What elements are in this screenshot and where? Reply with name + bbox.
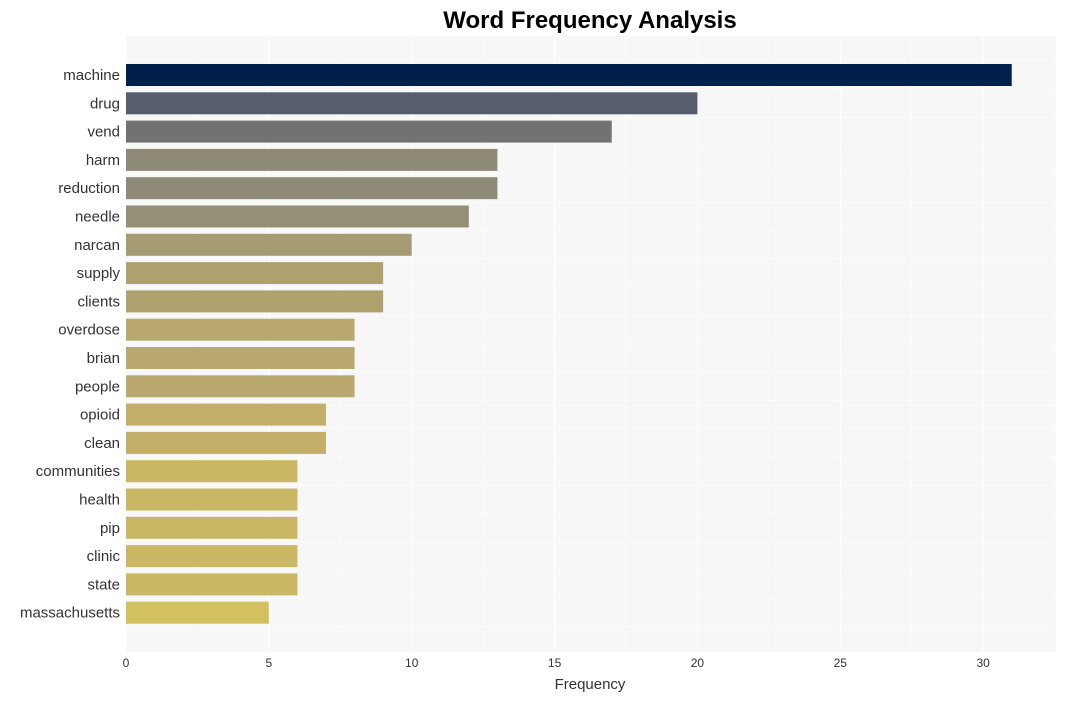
bar-vend <box>126 120 612 143</box>
bar-opioid <box>126 403 326 426</box>
y-tick-label: opioid <box>80 407 120 424</box>
y-tick-label: state <box>87 576 120 593</box>
bar-drug <box>126 92 698 115</box>
bar-massachusetts <box>126 601 269 624</box>
y-tick-labels: machine drug vend harm reduction needle narcan… <box>20 67 121 622</box>
y-tick-label: pip <box>100 520 120 537</box>
bar-pip <box>126 516 298 539</box>
bar-clients <box>126 290 384 313</box>
bar-overdose <box>126 318 355 341</box>
word-frequency-chart: machine drug vend harm reduction needle narcan… <box>20 7 1056 693</box>
y-tick-label: supply <box>77 265 121 282</box>
bar-supply <box>126 262 384 285</box>
y-tick-label: clean <box>84 435 120 452</box>
y-tick-label: people <box>75 378 120 395</box>
y-tick-label: communities <box>36 463 120 480</box>
x-tick-label: 30 <box>976 656 990 670</box>
x-tick-label: 5 <box>266 656 273 670</box>
bar-reduction <box>126 177 498 200</box>
bar-clean <box>126 431 326 454</box>
bar-communities <box>126 460 298 483</box>
x-tick-labels: 0 5 10 15 20 25 30 <box>123 656 990 670</box>
x-axis-label: Frequency <box>555 676 626 693</box>
bar-state <box>126 573 298 596</box>
y-tick-label: drug <box>90 95 120 112</box>
y-tick-label: health <box>79 492 120 509</box>
bar-narcan <box>126 233 412 256</box>
y-tick-label: brian <box>87 350 120 367</box>
x-tick-label: 10 <box>405 656 419 670</box>
y-tick-label: clinic <box>87 548 121 565</box>
y-tick-label: reduction <box>58 180 120 197</box>
bar-clinic <box>126 545 298 568</box>
chart-title: Word Frequency Analysis <box>443 7 736 34</box>
bar-people <box>126 375 355 398</box>
y-tick-label: harm <box>86 152 120 169</box>
bar-harm <box>126 148 498 171</box>
x-tick-label: 0 <box>123 656 130 670</box>
x-tick-label: 25 <box>834 656 848 670</box>
y-tick-label: massachusetts <box>20 605 120 622</box>
bar-health <box>126 488 298 511</box>
y-tick-label: needle <box>75 209 120 226</box>
x-tick-label: 20 <box>691 656 705 670</box>
bar-brian <box>126 347 355 369</box>
y-tick-label: narcan <box>74 237 120 254</box>
x-tick-label: 15 <box>548 656 562 670</box>
y-tick-label: clients <box>77 293 120 310</box>
bar-machine <box>126 64 1012 86</box>
y-tick-label: vend <box>87 124 120 141</box>
bar-needle <box>126 205 469 228</box>
y-tick-label: overdose <box>58 322 120 339</box>
y-tick-label: machine <box>63 67 120 84</box>
